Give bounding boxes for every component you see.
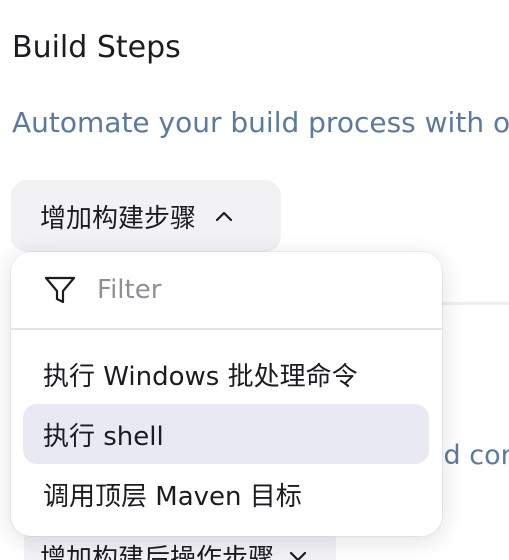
section-title: Build Steps — [12, 30, 181, 65]
menu-item-windows-batch[interactable]: 执行 Windows 批处理命令 — [23, 344, 429, 404]
menu-item-execute-shell[interactable]: 执行 shell — [23, 404, 429, 464]
filter-row — [11, 252, 442, 330]
filter-icon — [43, 273, 77, 307]
chevron-up-icon — [214, 206, 234, 226]
add-post-build-step-label: 增加构建后操作步骤 — [40, 543, 275, 560]
page: Build Steps Automate your build process … — [0, 0, 509, 560]
menu-item-maven-targets[interactable]: 调用顶层 Maven 目标 — [23, 464, 429, 524]
background-card-text: ld con — [436, 440, 509, 471]
add-build-step-label: 增加构建步骤 — [40, 203, 197, 234]
build-step-dropdown: 执行 Windows 批处理命令 执行 shell 调用顶层 Maven 目标 — [11, 252, 442, 536]
chevron-down-icon — [288, 546, 308, 560]
filter-input[interactable] — [95, 274, 399, 306]
section-description: Automate your build process with ordered… — [12, 106, 509, 139]
add-build-step-button[interactable]: 增加构建步骤 — [11, 180, 281, 252]
